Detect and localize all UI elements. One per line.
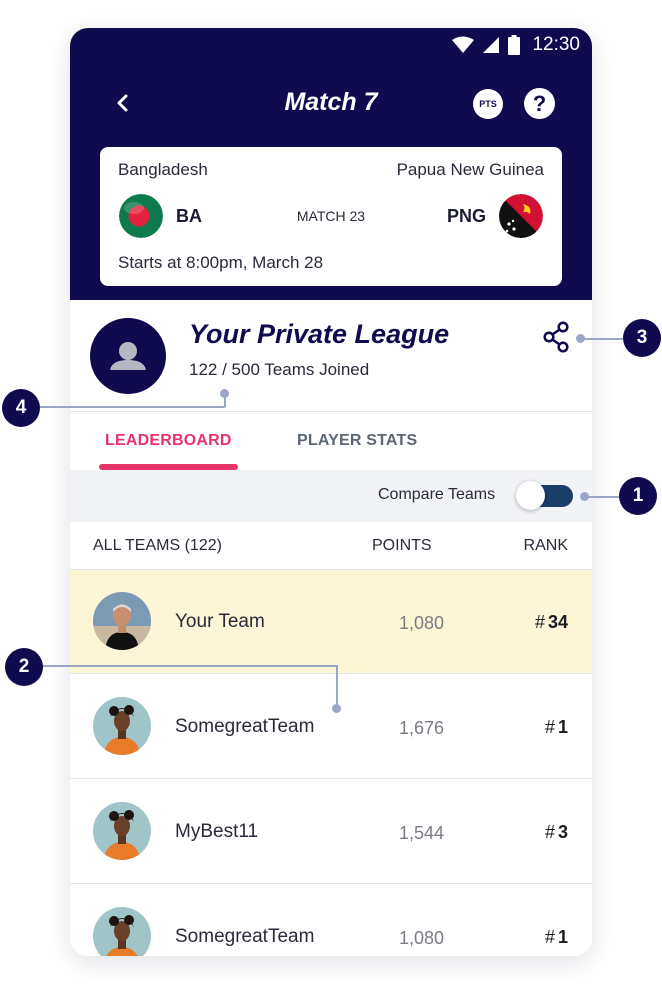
callout-line xyxy=(336,665,338,708)
rank-prefix: # xyxy=(544,927,555,947)
team-rank: #1 xyxy=(545,927,568,948)
team-rank: #34 xyxy=(535,612,568,633)
team-right-name: Papua New Guinea xyxy=(396,160,544,179)
team-avatar xyxy=(93,697,151,755)
rank-prefix: # xyxy=(544,822,555,842)
status-bar: 12:30 xyxy=(452,34,580,56)
tab-bar: LEADERBOARD PLAYER STATS xyxy=(70,412,592,470)
league-title: Your Private League xyxy=(189,319,450,349)
match-start-time: Starts at 8:00pm, March 28 xyxy=(118,253,324,272)
team-points: 1,080 xyxy=(398,613,444,633)
team-avatar xyxy=(93,592,151,650)
rank-value: 3 xyxy=(557,822,568,842)
phone-frame: 12:30 Match 7 PTS ? Bangladesh Papua New… xyxy=(70,28,592,956)
callout-1-badge: 1 xyxy=(619,477,657,515)
callout-dot xyxy=(332,704,341,713)
share-button[interactable] xyxy=(541,320,571,354)
user-silhouette-icon xyxy=(110,342,146,370)
team-avatar xyxy=(93,907,151,956)
rank-prefix: # xyxy=(534,612,545,632)
table-row[interactable]: Your Team 1,080 #34 xyxy=(70,570,592,674)
callout-dot xyxy=(220,389,229,398)
teams-joined-count: 122 / 500 Teams Joined xyxy=(189,360,370,379)
share-icon xyxy=(543,321,569,353)
callout-2-badge: 2 xyxy=(5,648,43,686)
points-button[interactable]: PTS xyxy=(473,89,503,119)
team-points: 1,676 xyxy=(398,718,444,738)
compare-teams-row: Compare Teams xyxy=(70,470,592,522)
app-bar: Match 7 PTS ? xyxy=(70,80,592,126)
tab-player-stats[interactable]: PLAYER STATS xyxy=(297,432,417,450)
help-button[interactable]: ? xyxy=(524,88,555,119)
toggle-knob xyxy=(516,481,545,510)
table-row[interactable]: MyBest11 1,544 #3 xyxy=(70,780,592,884)
leaderboard-header: ALL TEAMS (122) POINTS RANK xyxy=(70,522,592,570)
team-rank: #3 xyxy=(545,822,568,843)
compare-teams-toggle[interactable] xyxy=(516,481,573,510)
battery-icon xyxy=(508,35,521,55)
league-info: Your Private League 122 / 500 Teams Join… xyxy=(70,300,592,412)
team-left-name: Bangladesh xyxy=(118,160,208,179)
tab-leaderboard[interactable]: LEADERBOARD xyxy=(105,432,232,450)
team-avatar xyxy=(93,802,151,860)
callout-3-badge: 3 xyxy=(623,319,661,357)
callout-line xyxy=(43,665,337,667)
header-points: POINTS xyxy=(372,537,432,554)
callout-line xyxy=(40,406,225,408)
header-rank: RANK xyxy=(523,537,568,554)
league-avatar xyxy=(90,318,166,394)
signal-icon xyxy=(483,37,500,53)
wifi-icon xyxy=(452,36,475,53)
team-points: 1,544 xyxy=(398,823,444,843)
match-number: MATCH 23 xyxy=(296,208,366,224)
team-name: Your Team xyxy=(175,611,265,632)
status-time: 12:30 xyxy=(532,34,580,55)
header-all-teams: ALL TEAMS (122) xyxy=(93,537,222,554)
screen: 12:30 Match 7 PTS ? Bangladesh Papua New… xyxy=(0,0,662,992)
rank-value: 1 xyxy=(557,927,568,947)
match-header: 12:30 Match 7 PTS ? Bangladesh Papua New… xyxy=(70,28,592,300)
callout-4-badge: 4 xyxy=(2,389,40,427)
compare-teams-label: Compare Teams xyxy=(378,486,496,503)
match-card[interactable]: Bangladesh Papua New Guinea BA MATCH 23 … xyxy=(100,147,562,286)
png-flag-icon xyxy=(499,194,543,238)
team-name: SomegreatTeam xyxy=(175,716,315,737)
callout-line xyxy=(581,338,623,340)
table-row[interactable]: SomegreatTeam 1,676 #1 xyxy=(70,675,592,779)
team-right-code: PNG xyxy=(446,206,486,226)
team-rank: #1 xyxy=(545,717,568,738)
team-points: 1,080 xyxy=(398,928,444,948)
rank-prefix: # xyxy=(544,717,555,737)
table-row[interactable]: SomegreatTeam 1,080 #1 xyxy=(70,885,592,956)
rank-value: 1 xyxy=(557,717,568,737)
callout-line xyxy=(585,496,619,498)
team-name: SomegreatTeam xyxy=(175,926,315,947)
rank-value: 34 xyxy=(547,612,568,632)
page-title: Match 7 xyxy=(284,88,378,116)
team-name: MyBest11 xyxy=(175,821,259,842)
